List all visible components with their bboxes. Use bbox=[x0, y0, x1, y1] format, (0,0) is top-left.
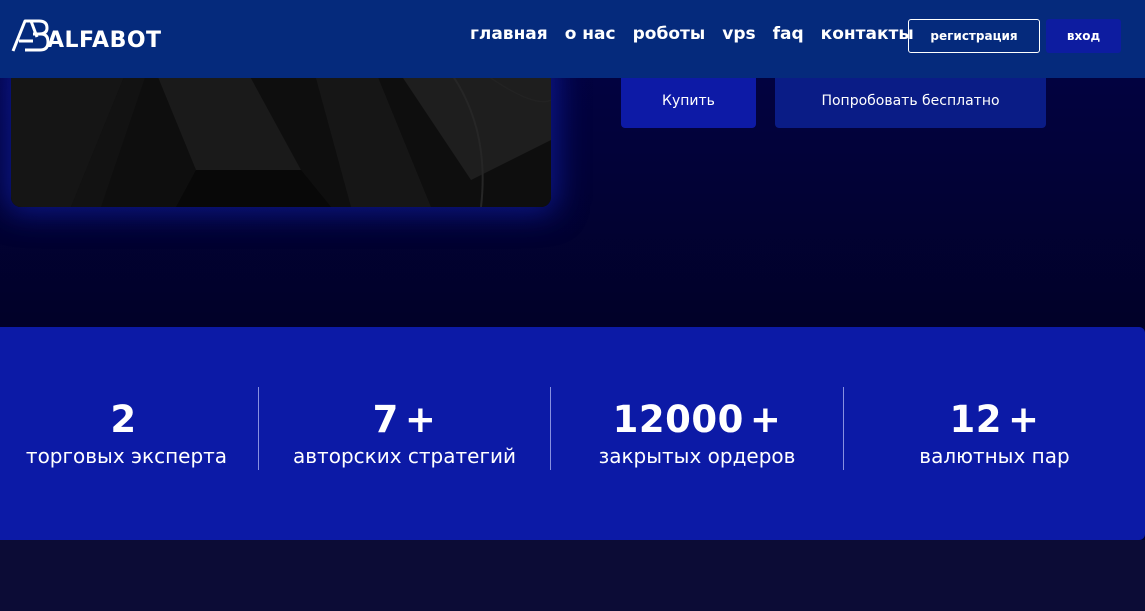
logo-mark-icon bbox=[11, 19, 49, 52]
hero-image bbox=[11, 60, 551, 207]
main-nav: главная о нас роботы vps faq контакты bbox=[470, 22, 931, 46]
nav-item-home[interactable]: главная bbox=[470, 22, 548, 46]
nav-item-faq[interactable]: faq bbox=[773, 22, 804, 46]
stat-value: 12 + bbox=[949, 397, 1040, 441]
stat-strategies: 7 + авторских стратегий bbox=[259, 327, 550, 540]
stat-label: авторских стратегий bbox=[293, 443, 516, 468]
next-section bbox=[0, 540, 1145, 611]
stat-label: закрытых ордеров bbox=[598, 443, 796, 468]
free-trial-button[interactable]: Попробовать бесплатно bbox=[775, 74, 1046, 128]
nav-item-contacts[interactable]: контакты bbox=[821, 22, 914, 46]
stat-label: торговых эксперта bbox=[25, 443, 228, 468]
stat-value: 2 bbox=[110, 397, 137, 441]
buy-button[interactable]: Купить bbox=[621, 74, 756, 128]
stats-band: 2 торговых эксперта 7 + авторских стратег… bbox=[0, 327, 1145, 540]
stat-pairs: 12 + валютных пар bbox=[844, 327, 1145, 540]
stat-value: 12000 + bbox=[612, 397, 782, 441]
logo[interactable]: ALFABOT bbox=[11, 18, 162, 52]
login-button[interactable]: вход bbox=[1046, 19, 1121, 53]
stat-label: валютных пар bbox=[919, 443, 1070, 468]
nav-item-vps[interactable]: vps bbox=[722, 22, 755, 46]
stat-orders: 12000 + закрытых ордеров bbox=[551, 327, 843, 540]
nav-item-robots[interactable]: роботы bbox=[633, 22, 706, 46]
nav-item-about[interactable]: о нас bbox=[565, 22, 616, 46]
register-button[interactable]: регистрация bbox=[908, 19, 1040, 53]
site-header: ALFABOT главная о нас роботы vps faq кон… bbox=[0, 0, 1145, 78]
logo-text: ALFABOT bbox=[47, 28, 162, 53]
stat-value: 7 + bbox=[372, 397, 437, 441]
stat-experts: 2 торговых эксперта bbox=[0, 327, 253, 540]
